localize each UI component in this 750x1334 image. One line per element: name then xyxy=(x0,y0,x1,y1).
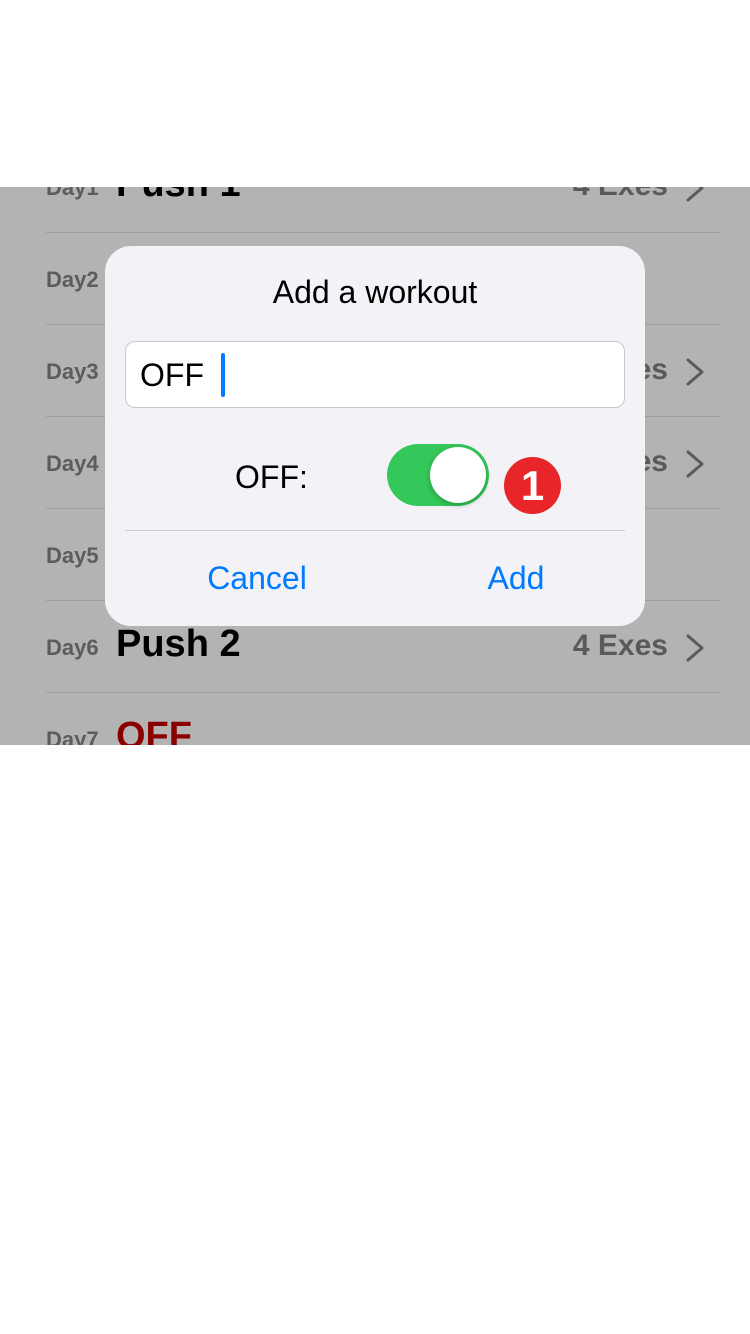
list-item-day7[interactable]: Day7 OFF xyxy=(46,693,720,745)
add-workout-alert: Add a workout OFF: 1 Cancel Add xyxy=(105,246,645,626)
add-button[interactable]: Add xyxy=(381,531,645,626)
day-label: Day7 xyxy=(46,727,99,745)
off-toggle-switch[interactable] xyxy=(387,444,489,506)
exercise-count: 4 Exes xyxy=(573,187,668,203)
day-label: Day2 xyxy=(46,267,99,292)
day-label: Day1 xyxy=(46,187,99,200)
day-label: Day3 xyxy=(46,359,99,384)
exercise-count: 4 Exes xyxy=(572,629,668,662)
step-badge: 1 xyxy=(504,457,561,514)
workout-name: Push 1 xyxy=(116,187,241,206)
chevron-right-icon xyxy=(686,187,704,202)
workout-name-input[interactable] xyxy=(140,352,610,398)
workout-name: OFF xyxy=(116,715,192,745)
day-label: Day5 xyxy=(46,543,99,568)
switch-knob xyxy=(430,447,486,503)
chevron-right-icon xyxy=(686,634,704,662)
chevron-right-icon xyxy=(686,358,704,386)
workout-name: Push 2 xyxy=(116,623,241,665)
alert-title: Add a workout xyxy=(272,274,478,310)
cancel-button[interactable]: Cancel xyxy=(122,531,392,626)
workout-name-field[interactable] xyxy=(125,341,625,408)
day-label: Day4 xyxy=(46,451,99,476)
text-cursor xyxy=(221,353,225,397)
chevron-right-icon xyxy=(686,450,704,478)
list-item-day1[interactable]: Day1 Push 1 4 Exes xyxy=(46,187,720,233)
day-label: Day6 xyxy=(46,635,99,660)
off-toggle-label: OFF: xyxy=(235,459,308,495)
